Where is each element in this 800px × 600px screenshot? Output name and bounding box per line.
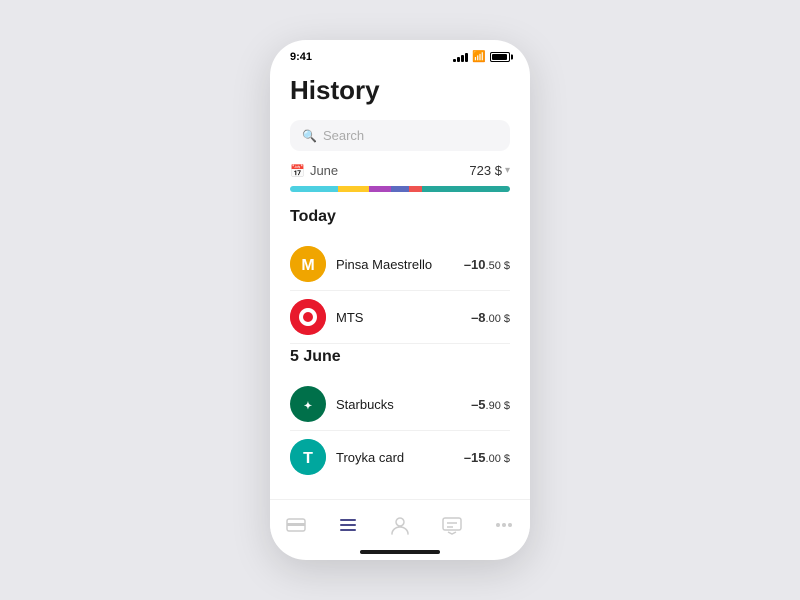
month-left: 📅 June: [290, 163, 338, 178]
search-placeholder: Search: [323, 128, 364, 143]
transaction-name: MTS: [336, 310, 471, 325]
bar-segment: [338, 186, 369, 192]
bar-segment: [409, 186, 422, 192]
status-bar: 9:41 📶: [270, 40, 530, 67]
bar-segment: [290, 186, 338, 192]
page-title: History: [290, 75, 510, 106]
amount-decimal: .00 $: [486, 313, 510, 325]
transaction-item[interactable]: M Pinsa Maestrello–10.50 $: [290, 238, 510, 291]
transaction-amount: –15.00 $: [464, 450, 510, 465]
transaction-name: Troyka card: [336, 450, 464, 465]
amount-decimal: .50 $: [486, 260, 510, 272]
transaction-item[interactable]: ✦ Starbucks–5.90 $: [290, 378, 510, 431]
bar-segment: [422, 186, 510, 192]
amount-main: –8: [471, 310, 485, 325]
svg-text:T: T: [303, 450, 313, 467]
bar-segment: [369, 186, 391, 192]
transaction-logo: [290, 299, 326, 335]
transaction-logo: T: [290, 439, 326, 475]
main-content: History 🔍 Search 📅 June 723 $ ▾ Today M …: [270, 67, 530, 499]
section-title: 5 June: [290, 348, 510, 366]
battery-icon: [490, 52, 510, 62]
amount-decimal: .90 $: [486, 400, 510, 412]
transaction-item[interactable]: T Troyka card–15.00 $: [290, 431, 510, 483]
transaction-logo: M: [290, 246, 326, 282]
transaction-name: Starbucks: [336, 397, 471, 412]
transaction-name: Pinsa Maestrello: [336, 257, 464, 272]
nav-messages[interactable]: [431, 510, 473, 540]
nav-history[interactable]: [327, 510, 369, 540]
signal-icon: [453, 52, 468, 62]
section-title: Today: [290, 208, 510, 226]
nav-profile[interactable]: [379, 510, 421, 540]
search-bar[interactable]: 🔍 Search: [290, 120, 510, 151]
transaction-item[interactable]: MTS–8.00 $: [290, 291, 510, 344]
status-time: 9:41: [290, 51, 312, 63]
transaction-logo: ✦: [290, 386, 326, 422]
amount-decimal: .00 $: [486, 453, 510, 465]
month-row[interactable]: 📅 June 723 $ ▾: [290, 163, 510, 178]
amount-main: –15: [464, 450, 486, 465]
chevron-down-icon: ▾: [505, 165, 510, 176]
bar-segment: [391, 186, 409, 192]
amount-main: –10: [464, 257, 486, 272]
amount-main: –5: [471, 397, 485, 412]
phone-frame: 9:41 📶 History 🔍 Search 📅: [270, 40, 530, 560]
spending-bar: [290, 186, 510, 192]
month-amount: 723 $ ▾: [469, 163, 510, 178]
search-icon: 🔍: [302, 129, 317, 143]
transaction-amount: –10.50 $: [464, 257, 510, 272]
month-label: June: [310, 163, 338, 178]
status-icons: 📶: [453, 50, 510, 63]
wifi-icon: 📶: [472, 50, 486, 63]
svg-text:✦: ✦: [304, 401, 312, 412]
svg-text:M: M: [301, 257, 314, 274]
nav-card[interactable]: [275, 510, 317, 540]
transaction-amount: –5.90 $: [471, 397, 510, 412]
transactions-container: Today M Pinsa Maestrello–10.50 $ MTS–8.0…: [290, 208, 510, 483]
nav-more[interactable]: [483, 510, 525, 540]
home-indicator: [360, 550, 440, 554]
transaction-amount: –8.00 $: [471, 310, 510, 325]
bottom-nav: [270, 499, 530, 546]
calendar-icon: 📅: [290, 164, 305, 178]
